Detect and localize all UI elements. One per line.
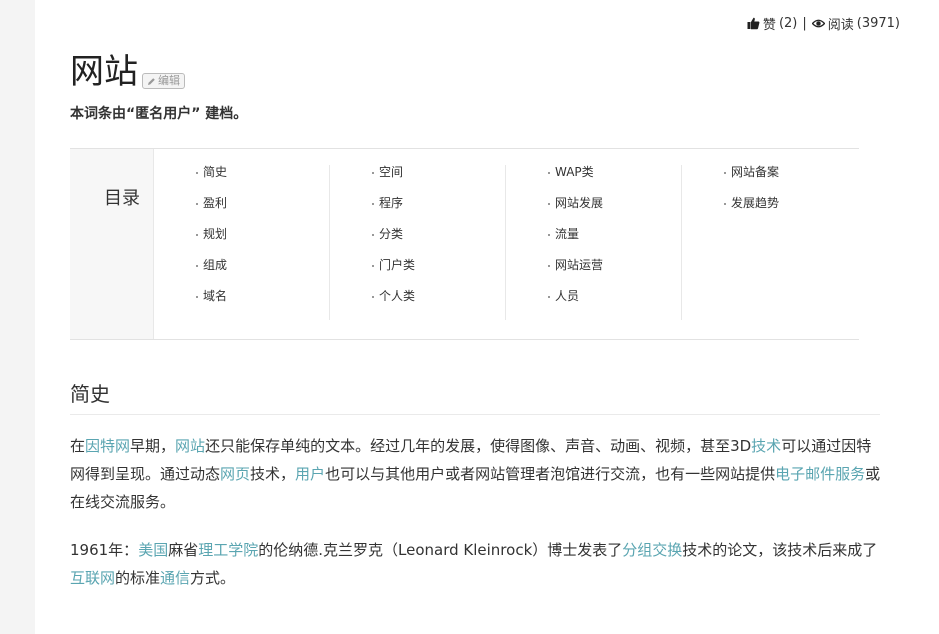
toc-item[interactable]: 个人类	[330, 289, 505, 320]
inline-link[interactable]: 用户	[295, 465, 325, 483]
title-row: 网站 编辑	[70, 52, 185, 92]
inline-link[interactable]: 网站	[175, 437, 205, 455]
toc-item[interactable]: 域名	[154, 289, 329, 320]
edit-button[interactable]: 编辑	[142, 73, 185, 89]
toc-item[interactable]: 盈利	[154, 196, 329, 227]
inline-link[interactable]: 电子邮件服务	[775, 465, 865, 483]
toc-column-2: 空间 程序 分类 门户类 个人类	[330, 165, 506, 320]
page-title: 网站	[70, 52, 138, 92]
toc-item[interactable]: 组成	[154, 258, 329, 289]
inline-link[interactable]: 互联网	[70, 569, 115, 587]
inline-link[interactable]: 网页	[220, 465, 250, 483]
toc-column-1: 简史 盈利 规划 组成 域名	[154, 165, 330, 320]
thumbs-up-icon[interactable]	[747, 17, 760, 30]
paragraph-text: 方式。	[190, 569, 236, 587]
toc-item[interactable]: 空间	[330, 165, 505, 196]
paragraph-text: 技术的论文，该技术后来成了	[682, 541, 878, 559]
toc-column-3: WAP类 网站发展 流量 网站运营 人员	[506, 165, 682, 320]
article-page: 赞 (2) | 阅读 (3971) 网站 编辑 本词条由“匿名用户” 建档。 目…	[35, 0, 939, 634]
pencil-icon	[148, 77, 155, 85]
section-divider	[70, 414, 880, 415]
edit-label: 编辑	[158, 74, 180, 87]
paragraph-text: 的伦纳德.克兰罗克（Leonard Kleinrock）博士发表了	[258, 541, 623, 559]
inline-link[interactable]: 美国	[138, 541, 168, 559]
toc-item[interactable]: 网站运营	[506, 258, 681, 289]
paragraph-text: 早期，	[130, 437, 176, 455]
paragraph-text: 在	[70, 437, 86, 455]
toc-item[interactable]: 网站备案	[682, 165, 857, 196]
paragraph-text: 还只能保存单纯的文本。经过几年的发展，使得图像、声音、动画、视频，甚至3D	[205, 437, 752, 455]
toc-item[interactable]: 简史	[154, 165, 329, 196]
paragraph-text: 1961年：	[70, 541, 139, 559]
section-heading: 简史	[70, 382, 110, 406]
inline-link[interactable]: 分组交换	[622, 541, 682, 559]
toc-item[interactable]: 规划	[154, 227, 329, 258]
eye-icon	[811, 17, 825, 30]
article-stats: 赞 (2) | 阅读 (3971)	[747, 14, 900, 33]
read-label: 阅读	[827, 18, 854, 33]
creator-note: 本词条由“匿名用户” 建档。	[70, 106, 248, 122]
history-paragraph-2: 1961年：美国麻省理工学院的伦纳德.克兰罗克（Leonard Kleinroc…	[70, 536, 882, 592]
paragraph-text: 技术，	[250, 465, 296, 483]
toc-column-4: 网站备案 发展趋势	[682, 165, 857, 227]
inline-link[interactable]: 因特网	[85, 437, 130, 455]
toc-item[interactable]: 分类	[330, 227, 505, 258]
like-button[interactable]: 赞	[763, 14, 776, 33]
toc-item[interactable]: 程序	[330, 196, 505, 227]
toc-label-box: 目录	[70, 149, 154, 339]
history-paragraph-1: 在因特网早期，网站还只能保存单纯的文本。经过几年的发展，使得图像、声音、动画、视…	[70, 432, 882, 516]
toc-item[interactable]: 流量	[506, 227, 681, 258]
toc-item[interactable]: 网站发展	[506, 196, 681, 227]
paragraph-text: 麻省	[168, 541, 199, 559]
toc-item[interactable]: 人员	[506, 289, 681, 320]
stats-separator: |	[802, 16, 807, 31]
inline-link[interactable]: 通信	[160, 569, 190, 587]
read-count: (3971)	[856, 16, 900, 31]
toc-item[interactable]: WAP类	[506, 165, 681, 196]
toc-item[interactable]: 发展趋势	[682, 196, 857, 227]
toc-label: 目录	[104, 188, 140, 209]
paragraph-text: 的标准	[115, 569, 161, 587]
paragraph-text: 也可以与其他用户或者网站管理者泡馆进行交流，也有一些网站提供	[325, 465, 776, 483]
inline-link[interactable]: 理工学院	[198, 541, 258, 559]
like-count: (2)	[778, 16, 798, 31]
inline-link[interactable]: 技术	[751, 437, 781, 455]
toc-item[interactable]: 门户类	[330, 258, 505, 289]
table-of-contents: 目录 简史 盈利 规划 组成 域名 空间 程序 分类 门户类 个人类 WAP类 …	[70, 148, 859, 340]
